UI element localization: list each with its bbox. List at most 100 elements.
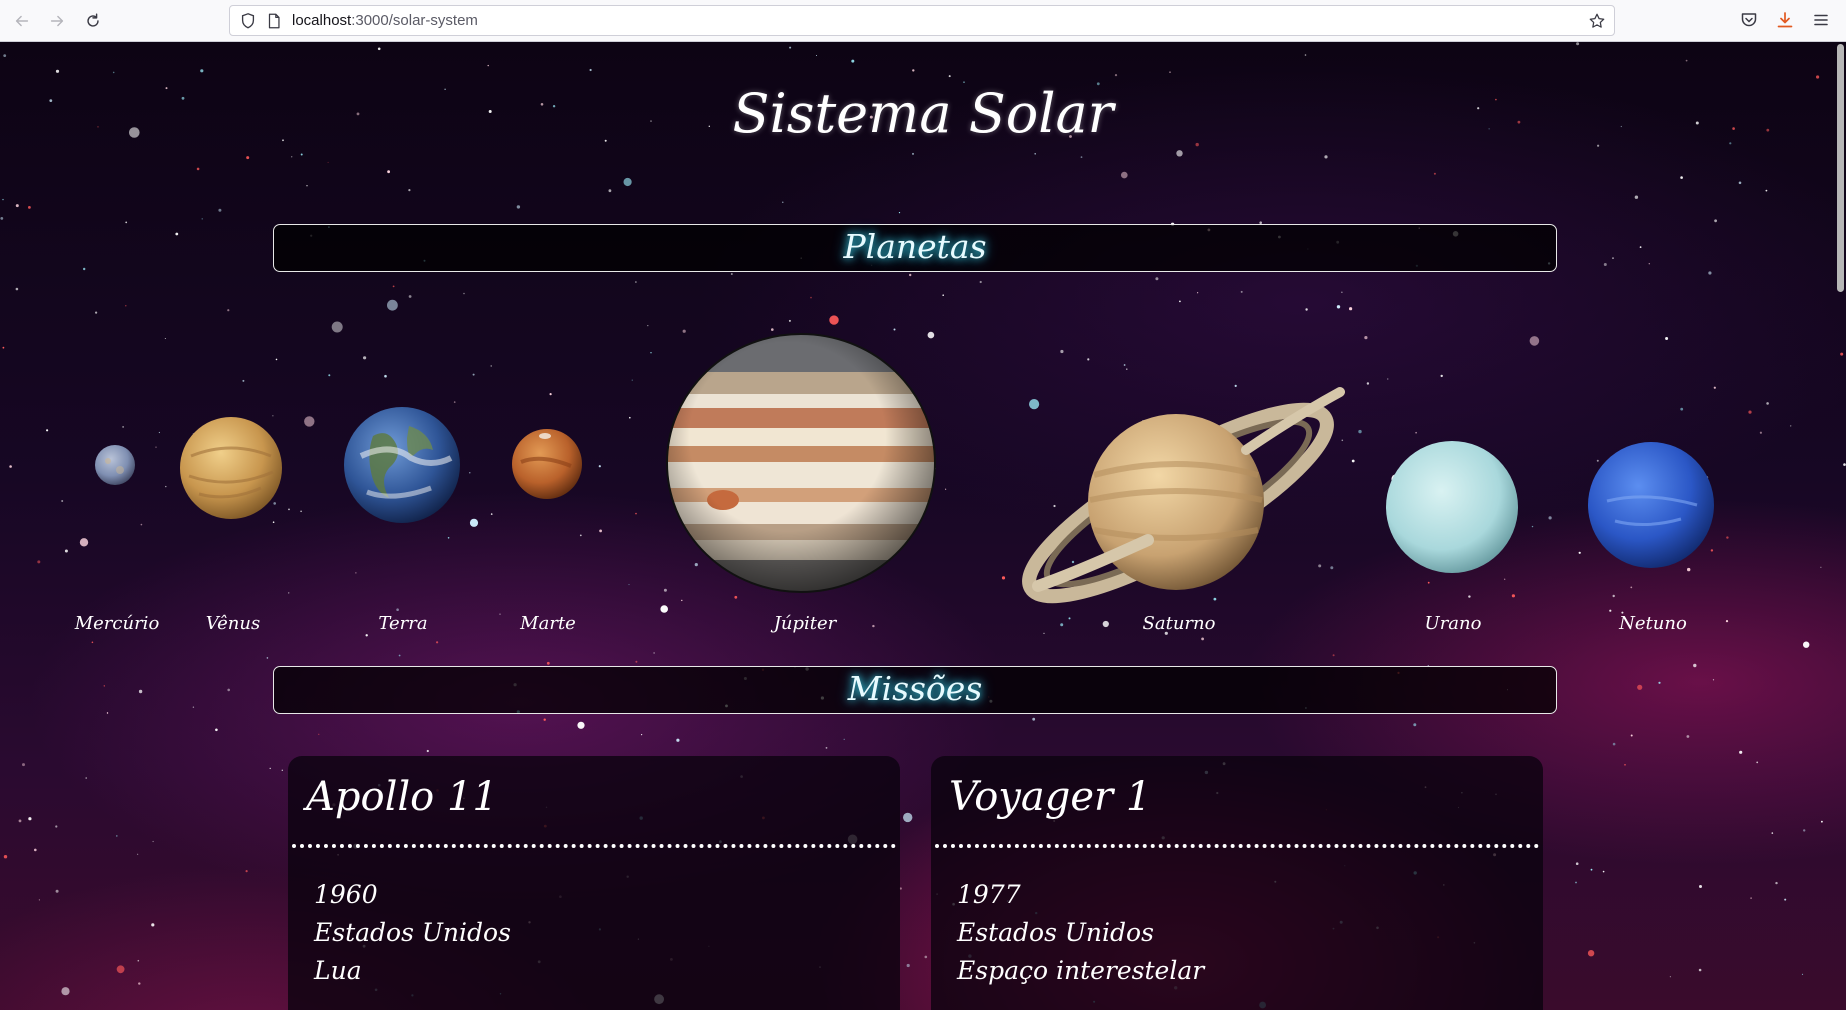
venus-image bbox=[180, 417, 282, 519]
star bbox=[1637, 684, 1643, 690]
star bbox=[1602, 870, 1605, 873]
star bbox=[1609, 609, 1612, 612]
divider bbox=[935, 844, 1539, 848]
reload-button[interactable] bbox=[80, 8, 106, 34]
star bbox=[1349, 307, 1353, 311]
star bbox=[201, 218, 203, 220]
star bbox=[549, 393, 552, 396]
bookmark-star-icon[interactable] bbox=[1588, 12, 1606, 30]
star bbox=[1387, 378, 1389, 380]
star bbox=[1197, 292, 1199, 294]
star bbox=[137, 853, 139, 855]
star bbox=[55, 69, 60, 73]
earth-image bbox=[344, 407, 460, 523]
star bbox=[365, 634, 368, 637]
pocket-button[interactable] bbox=[1739, 10, 1761, 32]
star bbox=[469, 518, 479, 527]
mission-country: Estados Unidos bbox=[957, 918, 1154, 947]
mission-card: Voyager 1 1977 Estados Unidos Espaço int… bbox=[931, 756, 1543, 1010]
star bbox=[1658, 681, 1661, 684]
star bbox=[1332, 654, 1335, 657]
star bbox=[245, 870, 248, 873]
forward-button[interactable] bbox=[44, 8, 70, 34]
url-text[interactable]: localhost:3000/solar-system bbox=[292, 12, 478, 29]
saturn-image bbox=[1022, 387, 1345, 604]
star bbox=[1413, 723, 1417, 727]
star bbox=[125, 221, 128, 224]
star bbox=[61, 987, 70, 996]
planet-label-jupiter: Júpiter bbox=[773, 613, 837, 634]
star bbox=[137, 959, 140, 962]
star bbox=[1790, 425, 1792, 427]
planet-label-mars: Marte bbox=[520, 613, 576, 634]
back-button[interactable] bbox=[9, 8, 35, 34]
star bbox=[122, 426, 124, 428]
star bbox=[608, 189, 612, 193]
star bbox=[1531, 525, 1534, 528]
star bbox=[1680, 407, 1684, 411]
mission-country: Estados Unidos bbox=[314, 918, 511, 947]
star bbox=[1415, 431, 1417, 434]
star bbox=[1775, 881, 1778, 885]
star bbox=[328, 374, 331, 377]
star bbox=[28, 817, 32, 821]
star bbox=[1468, 595, 1471, 598]
mercury-image bbox=[95, 445, 135, 485]
page-icon[interactable] bbox=[265, 12, 283, 30]
star bbox=[272, 521, 275, 523]
star bbox=[1712, 679, 1715, 681]
star bbox=[1176, 150, 1183, 157]
star bbox=[3, 855, 8, 859]
star bbox=[175, 232, 179, 236]
star bbox=[85, 777, 87, 779]
menu-button[interactable] bbox=[1811, 10, 1833, 32]
star bbox=[516, 205, 521, 209]
section-missions-header: Missões bbox=[273, 666, 1557, 714]
star bbox=[1433, 172, 1436, 175]
star bbox=[906, 963, 910, 968]
star bbox=[1801, 973, 1804, 976]
address-bar[interactable]: localhost:3000/solar-system bbox=[229, 5, 1615, 36]
shield-icon[interactable] bbox=[239, 12, 257, 30]
planet-label-uranus: Urano bbox=[1424, 613, 1482, 634]
star bbox=[1612, 742, 1616, 746]
divider bbox=[292, 844, 896, 848]
star bbox=[599, 529, 602, 533]
star bbox=[1665, 337, 1669, 340]
download-icon bbox=[1777, 12, 1793, 28]
star bbox=[942, 294, 944, 296]
star bbox=[912, 152, 914, 155]
star bbox=[227, 688, 230, 692]
star bbox=[1590, 868, 1593, 871]
mission-year: 1960 bbox=[314, 880, 378, 909]
star bbox=[1511, 594, 1515, 598]
star bbox=[22, 763, 25, 767]
scrollbar[interactable] bbox=[1834, 42, 1846, 1010]
star bbox=[37, 560, 41, 564]
star bbox=[579, 534, 582, 537]
scrollbar-thumb[interactable] bbox=[1837, 44, 1844, 292]
star bbox=[151, 923, 155, 927]
star bbox=[1686, 735, 1690, 738]
star bbox=[15, 204, 19, 208]
star bbox=[647, 325, 649, 327]
mars-image bbox=[512, 429, 582, 499]
star bbox=[1759, 431, 1762, 434]
mission-year: 1977 bbox=[957, 880, 1021, 909]
star bbox=[945, 488, 947, 490]
star bbox=[1240, 290, 1243, 293]
downloads-button[interactable] bbox=[1775, 10, 1797, 32]
star bbox=[112, 71, 115, 74]
star bbox=[1698, 968, 1702, 972]
star bbox=[318, 733, 320, 735]
star bbox=[38, 899, 41, 901]
star bbox=[1548, 516, 1552, 520]
reload-icon bbox=[87, 13, 99, 27]
star bbox=[1087, 358, 1090, 361]
star bbox=[628, 584, 630, 586]
arrow-left-icon bbox=[15, 15, 29, 27]
star bbox=[396, 608, 399, 611]
star bbox=[83, 267, 86, 271]
star bbox=[681, 599, 683, 602]
star bbox=[1123, 364, 1126, 366]
